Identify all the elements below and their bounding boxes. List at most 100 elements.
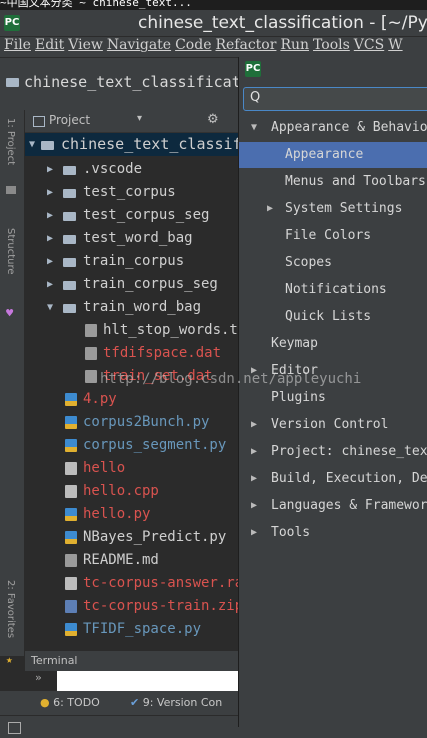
tree-item-file[interactable]: NBayes_Predict.py [25,526,240,549]
terminal-chevron[interactable]: » [35,671,42,684]
tool-tab-favorites[interactable]: 2: Favorites [5,580,16,638]
tree-item-file[interactable]: 4.py [25,388,240,411]
tree-item-label: corpus_segment.py [83,437,227,453]
expand-arrow-icon[interactable]: ▶ [45,158,55,181]
project-tree: ▼ chinese_text_classifi ▶ .vscode ▶ test_c… [25,133,240,648]
terminal-tab[interactable]: Terminal [31,654,78,667]
settings-tree: ▼ Appearance & Behavio Appearance Menus a… [239,115,427,715]
menu-refactor[interactable]: Refactor [215,37,276,53]
watermark-text: http://blog.csdn.net/appleyuchi [100,371,362,387]
tree-item-file[interactable]: tc-corpus-train.zip [25,595,240,618]
tree-item-file[interactable]: hello.cpp [25,480,240,503]
settings-dialog: PC Q ▼ Appearance & Behavio Appearance Me… [238,57,427,727]
tree-item-label: hello.py [83,506,151,522]
settings-item[interactable]: File Colors [239,223,427,249]
left-tool-stripe: 1: Project Structure ♥ 2: Favorites ★ [0,110,25,666]
menu-code[interactable]: Code [175,37,211,53]
settings-item[interactable]: ▶ Languages & Framewor [239,493,427,519]
expand-arrow-icon[interactable]: ▼ [27,133,37,156]
tool-tab-structure[interactable]: Structure [5,228,16,275]
settings-item[interactable]: ▶ Version Control [239,412,427,438]
tree-item-file[interactable]: hlt_stop_words.txt [25,319,240,342]
folder-icon [63,304,76,313]
tree-item-file[interactable]: corpus_segment.py [25,434,240,457]
settings-item-appearance[interactable]: Appearance [239,142,427,168]
menu-tools[interactable]: Tools [313,37,350,53]
menu-edit[interactable]: Edit [35,37,64,53]
settings-item[interactable]: ▶ System Settings [239,196,427,222]
folder-icon [63,212,76,221]
tree-item-folder[interactable]: ▶ train_corpus [25,250,240,273]
menu-navigate[interactable]: Navigate [107,37,171,53]
vcs-icon: ✔ [130,696,140,709]
settings-item[interactable]: Menus and Toolbars [239,169,427,195]
tree-item-folder-open[interactable]: ▼ train_word_bag [25,296,240,319]
collapse-arrow-icon[interactable]: ▼ [45,296,55,319]
tree-item-file[interactable]: hello.py [25,503,240,526]
settings-item[interactable]: ▶ Build, Execution, De [239,466,427,492]
nav-project-crumb[interactable]: chinese_text_classificatio [24,73,259,91]
settings-item[interactable]: ▶ Tools [239,520,427,546]
python-file-icon [65,393,77,406]
tree-item-folder[interactable]: ▶ .vscode [25,158,240,181]
expand-arrow-icon[interactable]: ▶ [45,204,55,227]
expand-arrow-icon[interactable]: ▶ [45,250,55,273]
expand-arrow-icon[interactable]: ▶ [45,227,55,250]
tool-windows-icon[interactable] [8,722,21,734]
expand-arrow-icon[interactable]: ▶ [45,273,55,296]
tree-item-folder[interactable]: ▶ test_word_bag [25,227,240,250]
project-view-label[interactable]: Project [49,113,90,127]
clipped-top-strip: ~中国文本分类 ~ chinese_text... [0,0,427,10]
tool-tab-project[interactable]: 1: Project [5,118,16,165]
python-file-icon [65,531,77,544]
settings-item[interactable]: ▶ Project: chinese_tex [239,439,427,465]
menu-vcs[interactable]: VCS [354,37,384,53]
expand-arrow-icon[interactable]: ▶ [267,196,273,222]
text-file-icon [85,347,97,360]
settings-item[interactable]: Notifications [239,277,427,303]
expand-arrow-icon[interactable]: ▶ [251,439,257,465]
pycharm-app-icon: PC [4,15,20,31]
menu-view[interactable]: View [68,37,103,53]
tree-item-label: tc-corpus-train.zip [83,598,240,614]
tree-item-file[interactable]: README.md [25,549,240,572]
tree-item-folder[interactable]: ▶ test_corpus [25,181,240,204]
settings-item-keymap[interactable]: Keymap [239,331,427,357]
expand-arrow-icon[interactable]: ▶ [251,412,257,438]
tree-item-file[interactable]: corpus2Bunch.py [25,411,240,434]
tree-item-file[interactable]: tfdifspace.dat [25,342,240,365]
menu-file[interactable]: File [4,37,31,53]
tree-item-label: corpus2Bunch.py [83,414,210,430]
tree-item-folder[interactable]: ▶ train_corpus_seg [25,273,240,296]
tree-root[interactable]: ▼ chinese_text_classifi [25,133,240,156]
terminal-body[interactable]: » (python2.7) an [25,671,240,691]
tree-item-label: TFIDF_space.py [83,621,202,637]
menu-window[interactable]: W [388,37,402,53]
settings-item[interactable]: ▼ Appearance & Behavio [239,115,427,141]
settings-item[interactable]: Scopes [239,250,427,276]
settings-item[interactable]: Quick Lists [239,304,427,330]
expand-arrow-icon[interactable]: ▶ [45,181,55,204]
chevron-down-icon[interactable]: ▾ [137,113,142,124]
settings-search-input[interactable]: Q [243,87,427,111]
settings-item-plugins[interactable]: Plugins [239,385,427,411]
gear-icon[interactable]: ⚙ [207,112,219,127]
collapse-arrow-icon[interactable]: ▼ [251,115,257,141]
python-file-icon [65,508,77,521]
expand-arrow-icon[interactable]: ▶ [251,493,257,519]
navigation-bar: chinese_text_classificatio [0,58,259,111]
tree-item-file[interactable]: hello [25,457,240,480]
tree-item-file[interactable]: tc-corpus-answer.rar [25,572,240,595]
bottom-tool-tabs: ● 6: TODO ✔ 9: Version Con [0,691,240,715]
folder-icon [63,258,76,267]
tree-item-label: README.md [83,552,159,568]
expand-arrow-icon[interactable]: ▶ [251,520,257,546]
menu-run[interactable]: Run [280,37,309,53]
version-control-tab[interactable]: ✔ 9: Version Con [130,696,222,709]
expand-arrow-icon[interactable]: ▶ [251,466,257,492]
tree-item-label: hello [83,460,126,476]
tree-item-label: NBayes_Predict.py [83,529,227,545]
todo-tab[interactable]: ● 6: TODO [40,696,100,709]
tree-item-folder[interactable]: ▶ test_corpus_seg [25,204,240,227]
tree-item-file[interactable]: TFIDF_space.py [25,618,240,641]
